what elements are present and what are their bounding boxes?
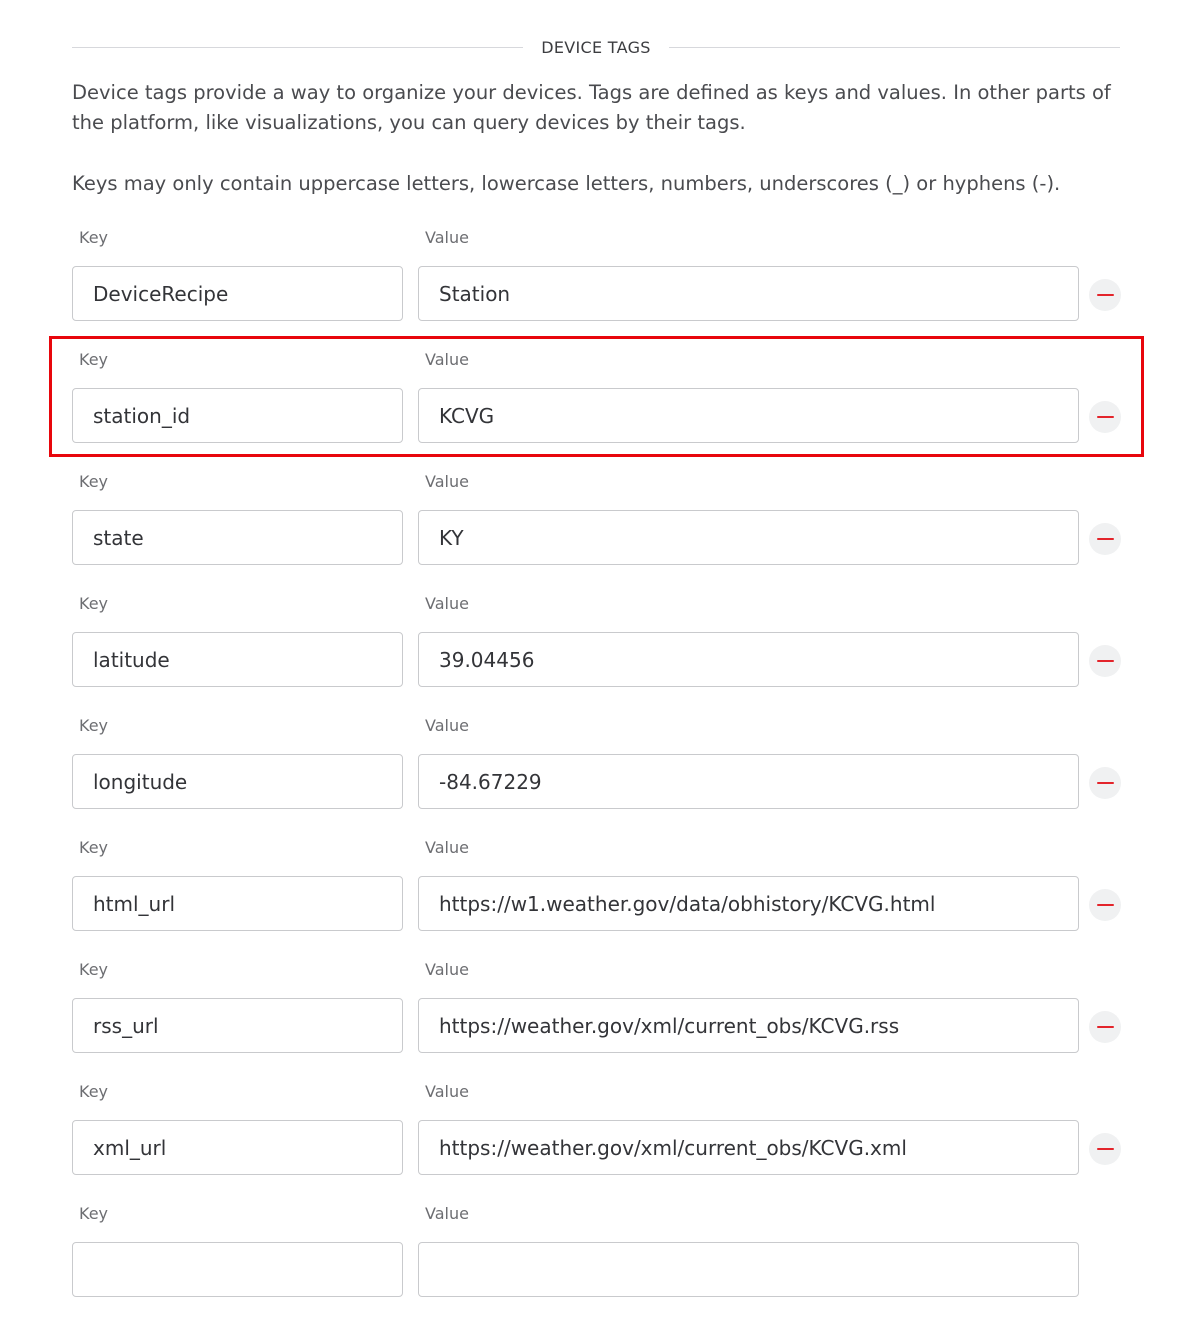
value-label: Value xyxy=(425,228,469,247)
tag-key-input[interactable] xyxy=(72,876,403,931)
value-label: Value xyxy=(425,716,469,735)
key-label: Key xyxy=(79,960,109,979)
value-label: Value xyxy=(425,594,469,613)
tag-row: Key Value xyxy=(72,960,1122,1056)
tag-row: Key Value xyxy=(72,350,1122,446)
tag-row: Key Value xyxy=(72,472,1122,568)
new-tag-value-input[interactable] xyxy=(418,1242,1079,1297)
minus-icon xyxy=(1096,1025,1114,1029)
tag-value-input[interactable] xyxy=(418,510,1079,565)
value-label: Value xyxy=(425,1082,469,1101)
remove-tag-button[interactable] xyxy=(1089,1011,1121,1043)
remove-tag-button[interactable] xyxy=(1089,645,1121,677)
key-label: Key xyxy=(79,594,109,613)
tag-value-input[interactable] xyxy=(418,754,1079,809)
new-tag-row: Key Value xyxy=(72,1204,1122,1300)
remove-tag-button[interactable] xyxy=(1089,889,1121,921)
remove-tag-button[interactable] xyxy=(1089,1133,1121,1165)
value-label: Value xyxy=(425,838,469,857)
tag-row: Key Value xyxy=(72,228,1122,324)
minus-icon xyxy=(1096,903,1114,907)
value-label: Value xyxy=(425,960,469,979)
tag-value-input[interactable] xyxy=(418,1120,1079,1175)
tag-key-input[interactable] xyxy=(72,510,403,565)
value-label: Value xyxy=(425,1204,469,1223)
key-label: Key xyxy=(79,1204,109,1223)
device-tags-page: DEVICE TAGS Device tags provide a way to… xyxy=(0,0,1200,1320)
remove-tag-button[interactable] xyxy=(1089,767,1121,799)
key-label: Key xyxy=(79,1082,109,1101)
key-rules-text: Keys may only contain uppercase letters,… xyxy=(72,172,1061,195)
tag-key-input[interactable] xyxy=(72,754,403,809)
new-tag-key-input[interactable] xyxy=(72,1242,403,1297)
tag-row: Key Value xyxy=(72,1082,1122,1178)
minus-icon xyxy=(1096,293,1114,297)
section-title: DEVICE TAGS xyxy=(541,37,651,57)
tag-key-input[interactable] xyxy=(72,388,403,443)
remove-tag-button[interactable] xyxy=(1089,401,1121,433)
minus-icon xyxy=(1096,659,1114,663)
section-header: DEVICE TAGS xyxy=(72,34,1121,60)
tag-row: Key Value xyxy=(72,838,1122,934)
tag-key-input[interactable] xyxy=(72,1120,403,1175)
key-label: Key xyxy=(79,838,109,857)
tag-value-input[interactable] xyxy=(418,266,1079,321)
tag-value-input[interactable] xyxy=(418,876,1079,931)
remove-tag-button[interactable] xyxy=(1089,523,1121,555)
tag-key-input[interactable] xyxy=(72,266,403,321)
minus-icon xyxy=(1096,781,1114,785)
key-label: Key xyxy=(79,350,109,369)
header-divider-right xyxy=(668,46,1121,48)
remove-tag-button[interactable] xyxy=(1089,279,1121,311)
tag-key-input[interactable] xyxy=(72,632,403,687)
header-divider-left xyxy=(72,46,524,48)
tag-row: Key Value xyxy=(72,594,1122,690)
tag-value-input[interactable] xyxy=(418,388,1079,443)
value-label: Value xyxy=(425,350,469,369)
value-label: Value xyxy=(425,472,469,491)
key-label: Key xyxy=(79,472,109,491)
minus-icon xyxy=(1096,537,1114,541)
minus-icon xyxy=(1096,1147,1114,1151)
key-label: Key xyxy=(79,228,109,247)
tag-key-input[interactable] xyxy=(72,998,403,1053)
minus-icon xyxy=(1096,415,1114,419)
key-label: Key xyxy=(79,716,109,735)
section-description: Device tags provide a way to organize yo… xyxy=(72,81,1111,134)
tag-value-input[interactable] xyxy=(418,998,1079,1053)
tag-value-input[interactable] xyxy=(418,632,1079,687)
tag-row: Key Value xyxy=(72,716,1122,812)
